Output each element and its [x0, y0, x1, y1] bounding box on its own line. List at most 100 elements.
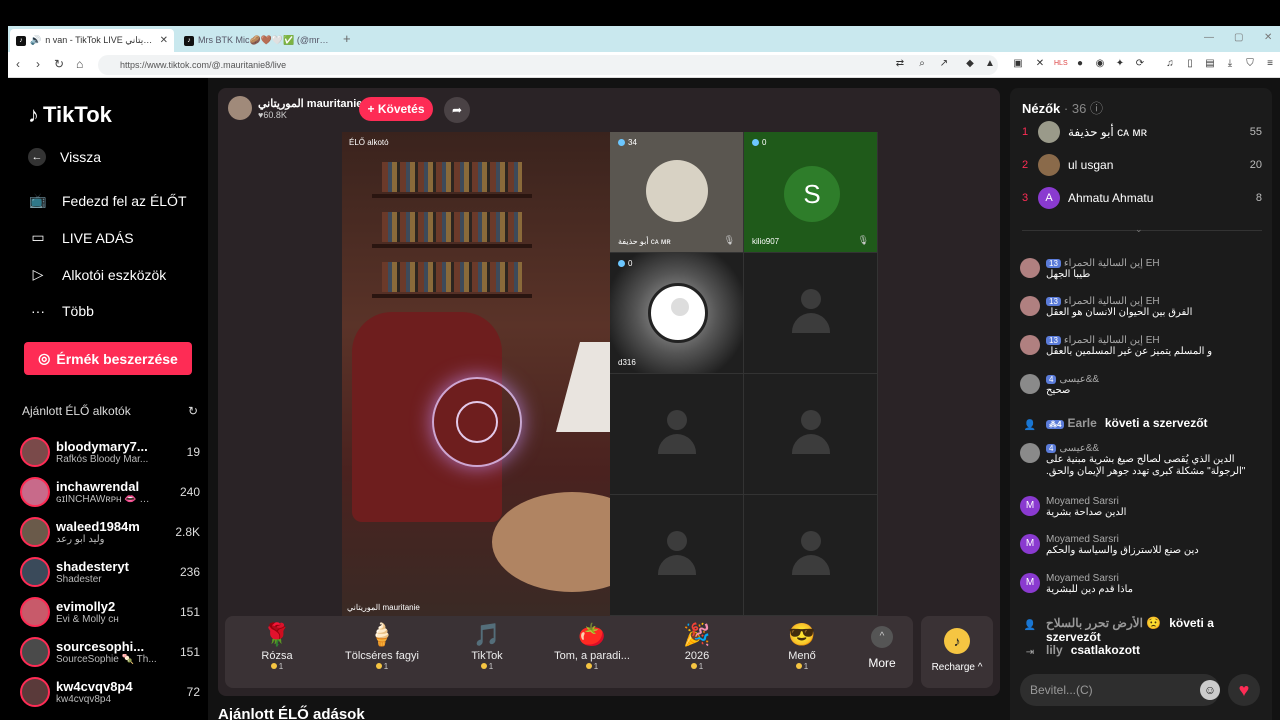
gift-item[interactable]: 🍦 Tölcséres fagyi 1 [334, 622, 430, 671]
chat-user[interactable]: Moyamed Sarsri [1046, 534, 1119, 545]
chat-avatar[interactable]: M [1020, 573, 1040, 593]
help-icon[interactable]: ⓘ [1090, 101, 1103, 116]
extension-x-icon[interactable]: ✕ [1034, 58, 1046, 70]
recommended-creator[interactable]: evimolly2 Évi & Molly ᴄʜ 151 [20, 594, 200, 630]
chat-avatar[interactable]: M [1020, 496, 1040, 516]
gift-item[interactable]: 😎 Menő 1 [754, 622, 850, 671]
chat-avatar[interactable] [1020, 335, 1040, 355]
host-avatar[interactable] [228, 96, 252, 120]
gift-item[interactable]: 🎉 2026 1 [649, 622, 745, 671]
guest-tile[interactable] [744, 495, 878, 616]
recommended-creator[interactable]: shadesteryt Shadester 236 [20, 554, 200, 590]
like-heart-icon[interactable]: ♥ [1228, 674, 1260, 706]
url-input[interactable]: https://www.tiktok.com/@.mauritanie8/liv… [98, 55, 998, 75]
extension-color-icon[interactable]: ◉ [1094, 58, 1106, 70]
sync-icon[interactable]: ⟳ [1134, 58, 1146, 70]
recommended-creator[interactable]: kw4cvqv8p4 kw4cvqv8p4 72 [20, 674, 200, 710]
refresh-icon[interactable]: ↻ [188, 404, 198, 418]
back-icon[interactable]: ‹ [16, 57, 20, 71]
viewer-avatar[interactable] [1038, 121, 1060, 143]
gift-item[interactable]: 🌹 Rózsa 1 [229, 622, 325, 671]
zoom-icon[interactable]: ⌕ [916, 58, 928, 70]
gift-item[interactable]: 🍅 Tom, a paradi... 1 [544, 622, 640, 671]
home-icon[interactable]: ⌂ [76, 57, 83, 71]
chat-user[interactable]: Moyamed Sarsri [1046, 573, 1119, 584]
download-icon[interactable]: ⤓ [1224, 58, 1236, 70]
emoji-icon[interactable]: ☺ [1200, 680, 1220, 700]
host-info[interactable]: الموريتاني mauritanie ♥60.8K [228, 96, 362, 120]
extension-hls-icon[interactable]: HLS [1054, 58, 1068, 70]
guest-tile[interactable]: S 0 kilio907 🎙 [744, 132, 878, 253]
gift-item[interactable]: 🎵 TikTok 1 [439, 622, 535, 671]
forward-icon[interactable]: › [36, 57, 40, 71]
close-tab-icon[interactable]: ✕ [160, 35, 168, 46]
follow-button[interactable]: + Követés [359, 97, 433, 121]
creator-avatar[interactable] [20, 477, 50, 507]
guest-tile[interactable] [610, 495, 744, 616]
sidebar-icon[interactable]: ▯ [1184, 58, 1196, 70]
guest-tile[interactable]: 0 d316 [610, 253, 744, 374]
creator-avatar[interactable] [20, 437, 50, 467]
nav-more[interactable]: ··· Több [28, 303, 94, 319]
minimize-icon[interactable]: — [1204, 32, 1214, 43]
vpn-shield-icon[interactable]: ⛉ [1244, 58, 1256, 70]
chat-avatar[interactable] [1020, 374, 1040, 394]
recommended-creator[interactable]: waleed1984m وليد ابو رعد 2.8K [20, 514, 200, 550]
share-page-icon[interactable]: ↗ [938, 58, 950, 70]
nav-go-live[interactable]: ▭ LIVE ADÁS [28, 229, 133, 246]
viewer-avatar[interactable]: A [1038, 187, 1060, 209]
new-tab-button[interactable]: + [343, 31, 351, 46]
extensions-icon[interactable]: ✦ [1114, 58, 1126, 70]
guest-tile[interactable] [744, 374, 878, 495]
back-button[interactable]: ← Vissza [28, 148, 101, 166]
browser-tab-active[interactable]: ♪ 🔊 n van - TikTok LIVE الموريتاني ✕ [10, 29, 174, 52]
chat-user[interactable]: إين السالية الحمراء EH [1064, 296, 1160, 307]
viewer-avatar[interactable] [1038, 154, 1060, 176]
more-gifts-button[interactable]: ^ More [857, 626, 907, 670]
creator-avatar[interactable] [20, 637, 50, 667]
recommended-creator[interactable]: bloodymary7... Rafkós Bloody Mar... 19 [20, 434, 200, 470]
viewer-row[interactable]: 3 A Ahmatu Ahmatu 8 [1022, 186, 1262, 210]
chat-user[interactable]: Moyamed Sarsri [1046, 496, 1119, 507]
get-coins-button[interactable]: ◎ Érmék beszerzése [24, 342, 192, 375]
translate-icon[interactable]: ⇄ [894, 58, 906, 70]
recommended-creator[interactable]: inchawrendal ɢɪINCHAWʀᴘʜ 👄 👄 ... 240 [20, 474, 200, 510]
share-icon[interactable]: ➦ [444, 97, 470, 123]
browser-tab[interactable]: ♪ Mrs BTK Mic🥔🤎🤍✅ (@mrsbtk) É [178, 29, 338, 52]
viewer-row[interactable]: 1 أبو حذيفة ᴄᴀ ᴍʀ 55 [1022, 120, 1262, 144]
extension-icon[interactable]: ▣ [1012, 58, 1024, 70]
chat-avatar[interactable] [1020, 443, 1040, 463]
creator-avatar[interactable] [20, 517, 50, 547]
extension-triangle-icon[interactable]: ▲ [984, 58, 996, 70]
nav-creator-tools[interactable]: ▷ Alkotói eszközök [28, 266, 167, 283]
chat-avatar[interactable] [1020, 258, 1040, 278]
creator-avatar[interactable] [20, 557, 50, 587]
wallet-icon[interactable]: ▤ [1204, 58, 1216, 70]
menu-icon[interactable]: ≡ [1264, 58, 1276, 70]
chevron-down-icon[interactable]: ⌄ [1135, 224, 1143, 235]
guest-tile[interactable] [744, 253, 878, 374]
maximize-icon[interactable]: ▢ [1234, 32, 1243, 43]
chat-user[interactable]: إين السالية الحمراء EH [1064, 258, 1160, 269]
chat-avatar[interactable] [1020, 296, 1040, 316]
close-window-icon[interactable]: ✕ [1264, 32, 1272, 43]
recommended-creator[interactable]: sourcesophi... SourceSophie 🍡 Th... 151 [20, 634, 200, 670]
extension-shield-icon[interactable]: ◆ [964, 58, 976, 70]
guest-tile[interactable] [610, 374, 744, 495]
extension-circle-icon[interactable]: ● [1074, 58, 1086, 70]
viewer-row[interactable]: 2 ul usgan 20 [1022, 153, 1262, 177]
chat-user[interactable]: عيسى&& [1059, 374, 1099, 385]
nav-explore-live[interactable]: 📺 Fedezd fel az ÉLŐT [28, 192, 186, 209]
chat-user[interactable]: عيسى&& [1059, 443, 1099, 454]
media-icon[interactable]: ♫ [1164, 58, 1176, 70]
chat-user[interactable]: إين السالية الحمراء EH [1064, 335, 1160, 346]
creator-avatar[interactable] [20, 677, 50, 707]
chat-avatar[interactable]: M [1020, 534, 1040, 554]
guest-tile[interactable]: 34 أبو حذيفة ᴄᴀ ᴍʀ 🎙 [610, 132, 744, 253]
chat-input[interactable]: Bevitel...(C) [1020, 674, 1220, 706]
tiktok-logo[interactable]: ♪ TikTok [28, 102, 112, 128]
reload-icon[interactable]: ↻ [54, 57, 64, 71]
recharge-button[interactable]: ♪ Recharge ^ [921, 616, 993, 688]
creator-avatar[interactable] [20, 597, 50, 627]
main-video[interactable]: ÉLŐ alkotó الموريتاني mauritanie [342, 132, 610, 616]
